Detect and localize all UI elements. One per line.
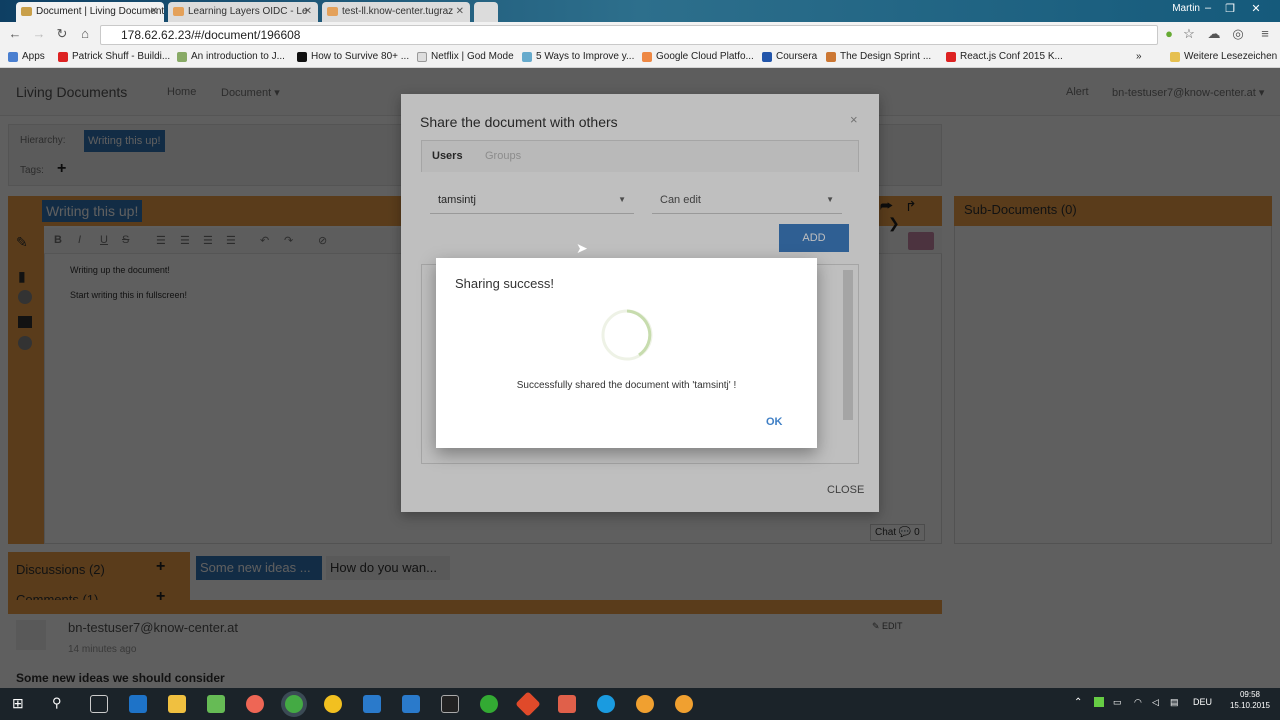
clock-time: 09:58 <box>1239 690 1260 699</box>
windows-start-icon[interactable]: ⊞ <box>12 695 30 713</box>
notifications-icon[interactable]: ▤ <box>1170 697 1179 708</box>
window-close-icon[interactable]: ✕ <box>1246 2 1266 15</box>
wifi-icon[interactable]: ◠ <box>1134 697 1142 708</box>
address-bar[interactable]: 178.62.62.23/#/document/196608 <box>100 25 1158 45</box>
bookmark-label: Netflix | God Mode <box>431 51 514 62</box>
tab-learning-layers[interactable]: Learning Layers OIDC - Le ✕ <box>168 2 318 22</box>
tab-living-documents[interactable]: Document | Living Documents ✕ <box>16 2 164 22</box>
cloud-icon[interactable]: ☁ <box>1205 26 1223 42</box>
battery-icon[interactable]: ▭ <box>1113 697 1122 708</box>
tab-label: Learning Layers OIDC - Le <box>188 6 308 17</box>
living-documents-favicon-icon <box>21 7 32 16</box>
bookmark-label: How to Survive 80+ ... <box>311 51 410 62</box>
minimize-icon[interactable]: – <box>1198 2 1218 14</box>
extension-icon[interactable]: ● <box>1160 26 1178 41</box>
bookmark-item[interactable]: React.js Conf 2015 K... <box>946 51 1063 62</box>
bookmark-item[interactable]: Coursera <box>762 51 817 62</box>
bookmark-item[interactable]: An introduction to J... <box>177 51 285 62</box>
bookmark-label: Weitere Lesezeichen <box>1184 51 1278 62</box>
restore-icon[interactable]: ❐ <box>1220 2 1240 15</box>
bookmark-label: The Design Sprint ... <box>840 51 932 62</box>
youtube-icon <box>58 52 68 62</box>
apps-grid-icon <box>8 52 18 62</box>
success-message: Successfully shared the document with 't… <box>516 380 737 391</box>
chrome-icon[interactable] <box>285 695 303 713</box>
terminal-icon[interactable] <box>441 695 459 713</box>
menu-icon[interactable]: ≡ <box>1256 26 1274 41</box>
intellij-icon[interactable] <box>363 695 381 713</box>
bookmark-favicon-icon <box>297 52 307 62</box>
tab-test-ll[interactable]: test-ll.know-center.tugraz ✕ <box>322 2 470 22</box>
tab-close-icon[interactable]: ✕ <box>456 2 464 22</box>
app-icon[interactable] <box>324 695 342 713</box>
edge-icon[interactable] <box>129 695 147 713</box>
tab-label: test-ll.know-center.tugraz <box>342 6 454 17</box>
xampp-icon[interactable] <box>558 695 576 713</box>
window-user-name: Martin <box>1172 3 1200 14</box>
bookmark-favicon-icon <box>177 52 187 62</box>
tab-label: Document | Living Documents <box>36 6 164 17</box>
bookmark-label: React.js Conf 2015 K... <box>960 51 1063 62</box>
tray-app-icon[interactable] <box>1094 697 1104 707</box>
app-icon[interactable] <box>675 695 693 713</box>
volume-icon[interactable]: ◁ <box>1152 697 1159 708</box>
language-indicator[interactable]: DEU <box>1193 697 1212 707</box>
youtube-icon <box>946 52 956 62</box>
page-favicon-icon <box>327 7 338 16</box>
bookmark-item[interactable]: The Design Sprint ... <box>826 51 931 62</box>
home-icon[interactable]: ⌂ <box>76 26 94 41</box>
firefox-icon[interactable] <box>246 695 264 713</box>
search-icon[interactable]: ⚲ <box>52 695 70 713</box>
bookmark-item[interactable]: Patrick Shuff - Buildi... <box>58 51 170 62</box>
skype-icon[interactable] <box>597 695 615 713</box>
intellij-icon[interactable] <box>402 695 420 713</box>
reload-icon[interactable]: ↻ <box>53 26 71 42</box>
bookmark-favicon-icon <box>826 52 836 62</box>
system-clock[interactable]: 09:58 15.10.2015 <box>1230 689 1270 711</box>
bookmarks-overflow[interactable]: » <box>1136 51 1142 62</box>
tab-close-icon[interactable]: ✕ <box>304 2 312 22</box>
forward-icon[interactable]: → <box>30 26 48 41</box>
app-icon[interactable] <box>636 695 654 713</box>
page-favicon-icon <box>173 7 184 16</box>
success-checkmark-icon <box>601 309 653 361</box>
bookmark-label: An introduction to J... <box>191 51 285 62</box>
bookmark-other-folder[interactable]: Weitere Lesezeichen <box>1170 51 1277 62</box>
clock-date: 15.10.2015 <box>1229 701 1270 710</box>
success-dialog-title: Sharing success! <box>455 276 554 291</box>
star-icon[interactable]: ☆ <box>1180 26 1198 42</box>
bookmark-item[interactable]: 5 Ways to Improve y... <box>522 51 634 62</box>
bookmark-apps[interactable]: Apps <box>8 51 45 62</box>
blogger-icon <box>642 52 652 62</box>
bookmark-favicon-icon <box>522 52 532 62</box>
bookmark-item[interactable]: How to Survive 80+ ... <box>297 51 409 62</box>
extension-icon[interactable]: ◎ <box>1229 26 1247 42</box>
file-explorer-icon[interactable] <box>168 695 186 713</box>
folder-icon <box>1170 52 1180 62</box>
tray-expand-icon[interactable]: ⌃ <box>1074 697 1082 708</box>
bookmark-label: Patrick Shuff - Buildi... <box>72 51 171 62</box>
back-icon[interactable]: ← <box>6 26 24 41</box>
task-view-icon[interactable] <box>90 695 108 713</box>
bookmark-label: 5 Ways to Improve y... <box>536 51 635 62</box>
mouse-cursor-icon: ➤ <box>576 240 588 256</box>
page-icon <box>417 52 427 62</box>
bookmark-label: Apps <box>22 51 45 62</box>
coursera-icon <box>762 52 772 62</box>
bookmark-item[interactable]: Google Cloud Platfo... <box>642 51 754 62</box>
app-icon[interactable] <box>207 695 225 713</box>
ok-button[interactable]: OK <box>766 416 783 428</box>
bookmark-item[interactable]: Netflix | God Mode <box>417 51 514 62</box>
new-tab-button[interactable] <box>474 2 498 22</box>
bookmark-label: Google Cloud Platfo... <box>656 51 754 62</box>
tab-close-icon[interactable]: ✕ <box>150 2 158 22</box>
app-icon[interactable] <box>480 695 498 713</box>
bookmark-label: Coursera <box>776 51 818 62</box>
